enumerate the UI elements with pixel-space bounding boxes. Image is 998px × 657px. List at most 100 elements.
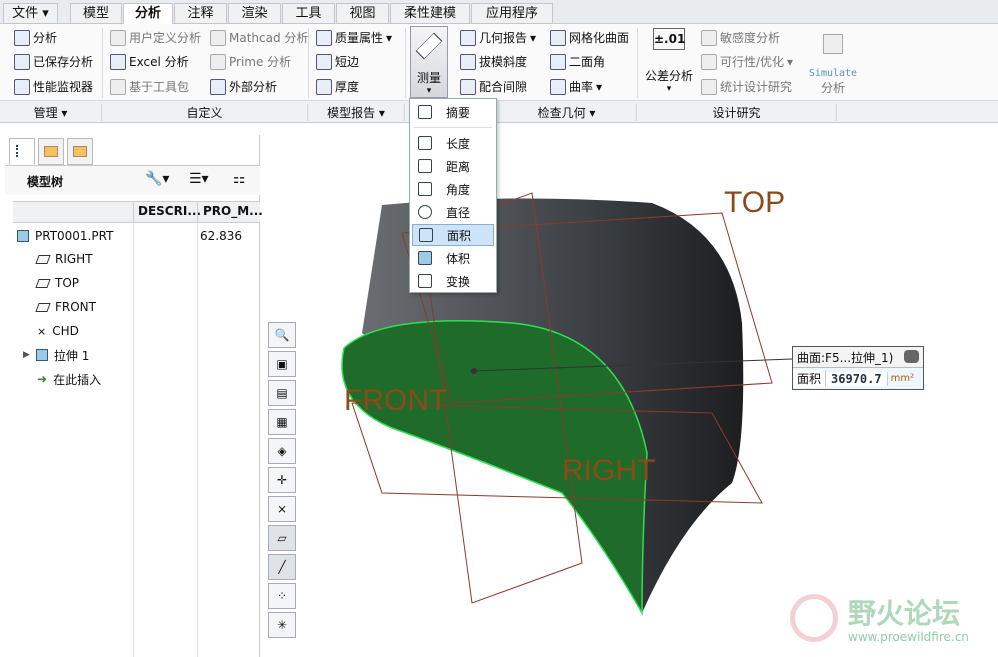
display-style-button[interactable]: ▣	[268, 351, 296, 377]
volume-icon	[418, 251, 432, 265]
label: 在此插入	[53, 372, 102, 387]
axis-display-toggle[interactable]: ╱	[268, 554, 296, 580]
graphics-viewport[interactable]: TOP FRONT RIGHT	[262, 123, 998, 657]
plane-display-toggle[interactable]: ▱	[268, 525, 296, 551]
geometry-report-button[interactable]: 几何报告 ▾	[460, 29, 536, 46]
measure-callout[interactable]: 曲面:F5...拉伸_1) 面积 36970.7 mm²	[792, 346, 924, 390]
tab-view[interactable]: 视图	[336, 3, 389, 24]
expand-arrow-icon[interactable]: ▶	[23, 350, 30, 360]
menu-item-diameter[interactable]: 直径	[412, 201, 494, 223]
menu-item-transform[interactable]: 变换	[412, 270, 494, 292]
tab-model[interactable]: 模型	[70, 3, 122, 24]
tolerance-analysis-button[interactable]: ±.01 公差分析 ▾	[643, 28, 695, 94]
label: 曲率	[569, 80, 594, 94]
tree-row-right[interactable]: RIGHT	[35, 248, 93, 270]
menu-item-angle[interactable]: 角度	[412, 178, 494, 200]
menu-item-volume[interactable]: 体积	[412, 247, 494, 269]
stats-icon	[701, 78, 717, 95]
menu-item-area[interactable]: 面积	[412, 224, 494, 246]
menu-item-summary[interactable]: 摘要	[412, 101, 494, 123]
datum-plane-icon	[35, 254, 51, 264]
tree-columns-button[interactable]: ☰▾	[189, 171, 209, 187]
tree-filter-button[interactable]: ⚏	[233, 171, 246, 187]
datum-display-button[interactable]: ⨯	[268, 496, 296, 522]
perspective-button[interactable]: ◈	[268, 438, 296, 464]
tree-row-front[interactable]: FRONT	[35, 296, 96, 318]
plane-icon: ▱	[277, 531, 287, 545]
tab-render[interactable]: 渲染	[228, 3, 281, 24]
view-manager-button[interactable]: ▦	[268, 409, 296, 435]
model-tree-panel: 模型树 🔧▾ ☰▾ ⚏ DESCRI... PRO_M... PRT0001.P…	[5, 135, 263, 657]
short-edge-button[interactable]: 短边	[316, 53, 359, 70]
mass-properties-button[interactable]: 质量属性 ▾	[316, 29, 392, 46]
curvature-icon	[550, 78, 566, 95]
point-display-toggle[interactable]: ⁘	[268, 583, 296, 609]
dihedral-angle-button[interactable]: 二面角	[550, 53, 605, 70]
tree-row-top[interactable]: TOP	[35, 272, 79, 294]
sensitivity-button[interactable]: 敏感度分析	[701, 29, 780, 46]
tab-folder-browser[interactable]	[38, 138, 64, 165]
tree-row-part[interactable]: PRT0001.PRT	[17, 225, 113, 247]
external-analysis-button[interactable]: 外部分析	[210, 78, 277, 95]
ruler-icon	[415, 32, 443, 60]
collapse-icon[interactable]	[904, 350, 919, 363]
group-inspect-geometry[interactable]: 检查几何 ▾	[497, 104, 637, 121]
ribbon-tabs: 文件 ▾ 模型 分析 注释 渲染 工具 视图 柔性建模 应用程序	[0, 0, 998, 25]
curvature-button[interactable]: 曲率 ▾	[550, 78, 602, 95]
measure-button[interactable]: 测量 ▾	[410, 26, 448, 98]
label: Mathcad 分析	[229, 31, 309, 45]
tree-settings-button[interactable]: 🔧▾	[145, 171, 169, 187]
mesh-surface-button[interactable]: 网格化曲面	[550, 29, 629, 46]
tree-row-insert-here[interactable]: ➜ 在此插入	[37, 368, 101, 390]
label: 可行性/优化	[720, 55, 785, 69]
group-manage[interactable]: 管理 ▾	[0, 104, 102, 121]
tab-file[interactable]: 文件 ▾	[3, 3, 58, 24]
performance-monitor-button[interactable]: 性能监视器	[14, 78, 93, 95]
statistical-study-button[interactable]: 统计设计研究	[701, 78, 792, 95]
clearance-button[interactable]: 配合间隙	[460, 78, 527, 95]
label: CHD	[52, 324, 79, 338]
tab-flexible-modeling[interactable]: 柔性建模	[390, 3, 470, 24]
column-header-pro-mass[interactable]: PRO_M...	[197, 201, 263, 223]
mass-value: 62.836	[200, 229, 242, 243]
menu-item-distance[interactable]: 距离	[412, 155, 494, 177]
callout-unit[interactable]: mm²	[888, 373, 918, 384]
group-model-report[interactable]: 模型报告 ▾	[308, 104, 405, 121]
cube-icon	[823, 34, 843, 54]
group-design-study: 设计研究	[637, 104, 837, 121]
column-header-description[interactable]: DESCRI...	[133, 201, 201, 223]
tab-tools[interactable]: 工具	[282, 3, 335, 24]
draft-button[interactable]: 拔模斜度	[460, 53, 527, 70]
thickness-button[interactable]: 厚度	[316, 78, 359, 95]
simulate-analysis-button[interactable]: Simulate 分析	[806, 28, 860, 96]
user-defined-analysis-button[interactable]: 用户定义分析	[110, 29, 201, 46]
saved-analysis-button[interactable]: 已保存分析	[14, 53, 93, 70]
menu-item-length[interactable]: 长度	[412, 132, 494, 154]
coordinate-system-icon: ⨯	[37, 324, 47, 338]
label: 配合间隙	[479, 80, 528, 94]
prime-analysis-button[interactable]: Prime 分析	[210, 53, 291, 70]
excel-analysis-button[interactable]: Excel 分析	[110, 53, 189, 70]
datum-plane-icon	[35, 278, 51, 288]
label: 几何报告	[479, 31, 528, 45]
datum-icon: ⨯	[276, 502, 288, 516]
zoom-button[interactable]: 🔍	[268, 322, 296, 348]
mathcad-analysis-button[interactable]: Mathcad 分析	[210, 29, 308, 46]
tab-model-tree[interactable]	[9, 138, 35, 165]
tools-icon: 🔧▾	[145, 171, 170, 187]
feasibility-button[interactable]: 可行性/优化 ▾	[701, 53, 793, 70]
analysis-button[interactable]: 分析	[14, 29, 57, 46]
tab-analysis[interactable]: 分析	[123, 3, 173, 25]
label: 用户定义分析	[129, 31, 202, 45]
tab-applications[interactable]: 应用程序	[471, 3, 553, 24]
toolkit-button[interactable]: 基于工具包	[110, 78, 189, 95]
csys-display-toggle[interactable]: ✳	[268, 612, 296, 638]
tab-favorites[interactable]	[67, 138, 93, 165]
label: 分析	[820, 81, 845, 95]
ruler-icon	[418, 105, 432, 119]
saved-views-button[interactable]: ▤	[268, 380, 296, 406]
tree-row-csys[interactable]: ⨯ CHD	[37, 320, 79, 342]
spin-center-button[interactable]: ✛	[268, 467, 296, 493]
tree-row-extrude[interactable]: ▶ 拉伸 1	[23, 344, 89, 366]
tab-annotate[interactable]: 注释	[174, 3, 227, 24]
